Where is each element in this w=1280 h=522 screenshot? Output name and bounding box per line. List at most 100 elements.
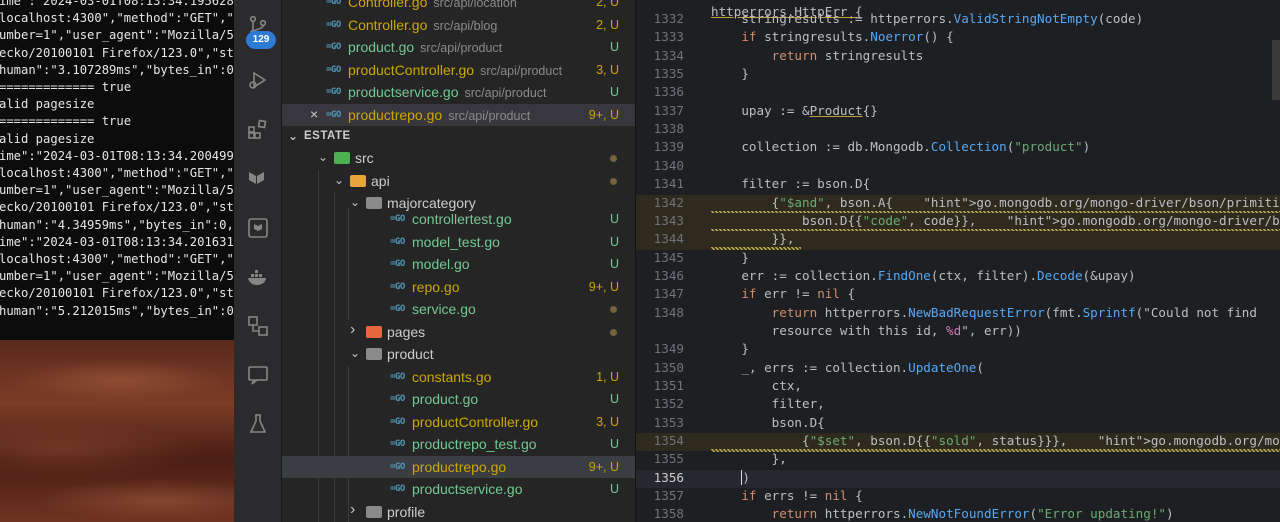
- file-name: Controller.go: [348, 0, 428, 10]
- tree-item[interactable]: =GO productrepo_test.go U: [282, 433, 635, 455]
- tree-item[interactable]: =GO product.go U: [282, 388, 635, 410]
- tree-item[interactable]: ⌄ api: [282, 170, 635, 192]
- tree-item[interactable]: › pages: [282, 321, 635, 343]
- code-text: if errs != nil {: [741, 488, 863, 504]
- terminal-line: localhost:4300","method":"GET","u: [0, 252, 234, 266]
- tree-item[interactable]: =GO productrepo.go 9+, U: [282, 456, 635, 478]
- open-editor-item[interactable]: =GO productController.go src/api/product 3,…: [282, 59, 635, 81]
- tree-item[interactable]: › profile: [282, 501, 635, 522]
- explorer-section-header[interactable]: ⌄ ESTATE: [282, 125, 635, 147]
- git-status-badge: U: [609, 40, 619, 54]
- close-icon[interactable]: ×: [310, 106, 318, 122]
- folder-icon: [366, 506, 382, 518]
- terminal-line: ecko/20100101 Firefox/123.0","sta: [0, 45, 234, 60]
- tree-item[interactable]: ⌄ product: [282, 343, 635, 365]
- git-status-badge: 3, U: [596, 62, 619, 77]
- chevron-down-icon: ⌄: [288, 129, 299, 143]
- git-status-badge: 2, U: [596, 17, 619, 32]
- code-text: bson.D{{"code", code}}, "hint">go.mongod…: [711, 212, 1280, 228]
- terminal-output[interactable]: ime":"2024-03-01T08:13:34.195628+ localho…: [0, 0, 234, 340]
- open-editor-item[interactable]: × =GO productrepo.go src/api/product 9+, U: [282, 103, 635, 126]
- git-status-badge: 9+, U: [588, 460, 619, 474]
- folder-icon: [366, 348, 382, 360]
- terminal-line: umber=1","user_agent":"Mozilla/5.: [0, 183, 234, 198]
- code-line: 1337 upay := &Product{}: [636, 103, 1280, 121]
- tree-item[interactable]: =GO service.go: [282, 298, 635, 320]
- git-status-badge: 1, U: [596, 370, 619, 384]
- folder-icon: [366, 326, 382, 338]
- tree-item-label: productController.go: [412, 414, 539, 430]
- remote-explorer-icon[interactable]: [246, 314, 270, 338]
- tree-item-label: profile: [387, 504, 426, 520]
- tree-item[interactable]: =GO productController.go 3, U: [282, 411, 635, 433]
- terminal-line: localhost:4300","method":"GET","u: [0, 11, 234, 26]
- terraform-cloud-icon[interactable]: [246, 216, 270, 240]
- line-number: 1339: [653, 139, 684, 155]
- code-line: 1343 bson.D{{"code", code}}, "hint">go.m…: [636, 212, 1280, 232]
- chevron-down-icon: ⌄: [334, 173, 345, 187]
- terminal-line: ime":"2024-03-01T08:13:34.195628+: [0, 0, 234, 8]
- line-number: 1353: [653, 414, 684, 430]
- tree-item[interactable]: ⌄ src: [282, 147, 635, 169]
- run-debug-icon[interactable]: [246, 68, 270, 92]
- code-line: 1341 filter := bson.D{: [636, 176, 1280, 194]
- code-line: 1332 stringresults := httperrors.ValidSt…: [636, 11, 1280, 29]
- tree-item-label: service.go: [412, 301, 476, 317]
- line-number: 1352: [653, 396, 684, 412]
- terminal-line: umber=1","user_agent":"Mozilla/5.: [0, 28, 234, 43]
- code-text: return httperrors.NewBadRequestError(fmt…: [771, 304, 1257, 320]
- tree-item[interactable]: =GO controllertest.go U: [282, 208, 635, 230]
- go-file-icon: =GO: [326, 64, 341, 75]
- code-text: resource with this id, %d", err)): [711, 322, 1022, 338]
- tree-item[interactable]: =GO model.go U: [282, 253, 635, 275]
- code-text: ): [741, 469, 750, 485]
- go-file-icon: =GO: [390, 462, 405, 472]
- line-number: 1355: [653, 451, 684, 467]
- comments-icon[interactable]: [246, 363, 270, 387]
- code-text: }: [711, 341, 749, 357]
- tree-item[interactable]: =GO constants.go 1, U: [282, 366, 635, 388]
- terminal-line: alid pagesize: [0, 97, 95, 112]
- git-status-badge: U: [609, 392, 619, 406]
- testing-flask-icon[interactable]: [246, 412, 270, 436]
- terminal-line: human":"5.212015ms","bytes_in":0,: [0, 303, 234, 318]
- open-editor-item[interactable]: =GO productservice.go src/api/product U: [282, 81, 635, 103]
- line-number: 1357: [653, 488, 684, 504]
- chevron-right-icon: ›: [350, 501, 356, 518]
- chevron-right-icon: ›: [350, 321, 356, 338]
- terminal-line: ecko/20100101 Firefox/123.0","sta: [0, 286, 234, 301]
- extensions-icon[interactable]: [246, 117, 270, 141]
- open-editor-item[interactable]: =GO Controller.go src/api/blog 2, U: [282, 14, 635, 36]
- git-status-badge: U: [609, 437, 619, 451]
- open-editor-name: productController.go src/api/product: [348, 62, 562, 78]
- line-number: 1334: [653, 47, 684, 63]
- code-line: 1336: [636, 84, 1280, 102]
- terminal-line: umber=1","user_agent":"Mozilla/5.: [0, 269, 234, 284]
- docker-icon[interactable]: [246, 265, 270, 289]
- code-line: 1353 bson.D{: [636, 415, 1280, 433]
- modified-dot: [610, 329, 617, 336]
- tree-item-label: product: [387, 346, 434, 362]
- tree-item[interactable]: =GO repo.go 9+, U: [282, 276, 635, 298]
- code-editor[interactable]: httperrors.HttpErr { 1332 stringresults …: [635, 0, 1280, 522]
- code-text: _, errs := collection.UpdateOne(: [711, 359, 984, 375]
- code-text: {"$set", bson.D{{"sold", status}}}, "hin…: [711, 433, 1280, 449]
- open-editor-name: Controller.go src/api/location: [348, 0, 517, 10]
- code-text: stringresults := httperrors.ValidStringN…: [711, 11, 1144, 26]
- line-number: 1356: [653, 469, 684, 485]
- tree-item-label: api: [371, 173, 390, 189]
- git-status-badge: 9+, U: [588, 107, 619, 122]
- explorer-panel: =GO Controller.go src/api/location 2, U =GO C…: [282, 0, 635, 522]
- terminal-line: ============= true: [0, 114, 132, 129]
- modified-dot: [610, 306, 617, 313]
- tree-item[interactable]: =GO model_test.go U: [282, 231, 635, 253]
- code-line: 1334 return stringresults: [636, 48, 1280, 66]
- tree-item[interactable]: =GO productservice.go U: [282, 478, 635, 500]
- go-file-icon: =GO: [390, 484, 405, 494]
- editor-scrollbar[interactable]: [1272, 40, 1280, 100]
- terraform-icon[interactable]: [246, 167, 270, 191]
- code-line: 1351 ctx,: [636, 378, 1280, 396]
- line-number: 1340: [653, 157, 684, 173]
- open-editor-item[interactable]: =GO Controller.go src/api/location 2, U: [282, 0, 635, 13]
- open-editor-item[interactable]: =GO product.go src/api/product U: [282, 36, 635, 58]
